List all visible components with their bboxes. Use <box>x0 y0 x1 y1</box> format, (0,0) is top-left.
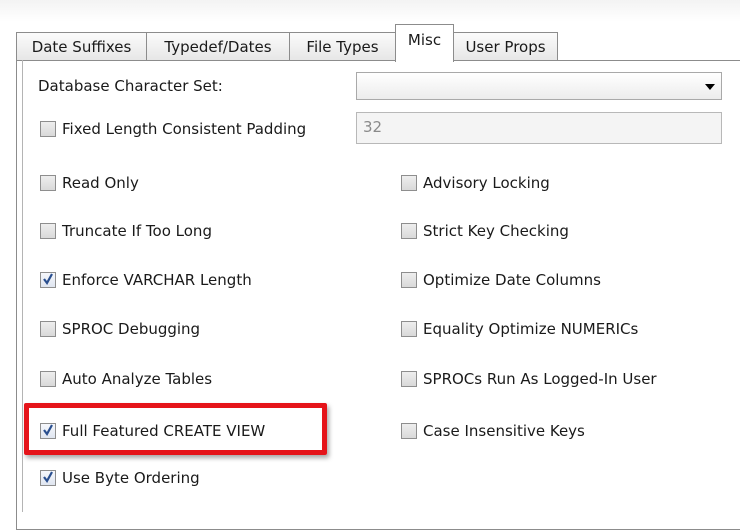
fixed-length-padding-checkbox[interactable]: Fixed Length Consistent Padding <box>40 120 306 138</box>
checkbox-box[interactable] <box>401 223 417 239</box>
check-mark-icon <box>43 471 53 484</box>
padding-length-field[interactable]: 32 <box>356 112 722 144</box>
checkbox-label: Strict Key Checking <box>423 222 569 240</box>
panel-inner-border <box>22 60 23 512</box>
optimize-date-columns-checkbox[interactable]: Optimize Date Columns <box>401 271 601 289</box>
use-byte-ordering-checkbox[interactable]: Use Byte Ordering <box>40 469 200 487</box>
tab-typedef-dates[interactable]: Typedef/Dates <box>146 32 290 61</box>
strict-key-checking-checkbox[interactable]: Strict Key Checking <box>401 222 569 240</box>
checkbox-box[interactable] <box>40 223 56 239</box>
charset-label: Database Character Set: <box>38 77 223 95</box>
tab-date-suffixes[interactable]: Date Suffixes <box>16 32 147 61</box>
checkbox-box[interactable] <box>40 321 56 337</box>
checkbox-box[interactable] <box>40 121 56 137</box>
charset-dropdown[interactable] <box>356 72 722 100</box>
sprocs-run-as-logged-in-user-checkbox[interactable]: SPROCs Run As Logged-In User <box>401 370 657 388</box>
tab-label: File Types <box>306 38 379 56</box>
checkbox-label: SPROC Debugging <box>62 320 201 338</box>
checkbox-box[interactable] <box>401 423 417 439</box>
advisory-locking-checkbox[interactable]: Advisory Locking <box>401 174 550 192</box>
checkbox-label: Auto Analyze Tables <box>62 370 213 388</box>
check-mark-icon <box>43 273 53 286</box>
checkbox-label: SPROCs Run As Logged-In User <box>423 370 657 388</box>
checkbox-label: Truncate If Too Long <box>62 222 212 240</box>
chevron-down-icon[interactable] <box>705 84 715 90</box>
checkbox-label: Optimize Date Columns <box>423 271 601 289</box>
truncate-if-too-long-checkbox[interactable]: Truncate If Too Long <box>40 222 212 240</box>
checkbox-box[interactable] <box>401 175 417 191</box>
tab-label: Date Suffixes <box>31 38 132 56</box>
tab-misc[interactable]: Misc <box>395 24 454 62</box>
checkbox-box[interactable] <box>40 371 56 387</box>
tab-label: User Props <box>465 38 546 56</box>
tab-label: Typedef/Dates <box>164 38 272 56</box>
checkbox-label: Fixed Length Consistent Padding <box>62 120 307 138</box>
read-only-checkbox[interactable]: Read Only <box>40 174 139 192</box>
checkbox-label: Read Only <box>62 174 139 192</box>
tab-file-types[interactable]: File Types <box>289 32 396 61</box>
checkbox-box[interactable] <box>40 175 56 191</box>
window-top-shadow <box>0 0 740 22</box>
checkbox-box[interactable] <box>40 272 56 288</box>
case-insensitive-keys-checkbox[interactable]: Case Insensitive Keys <box>401 422 585 440</box>
sproc-debugging-checkbox[interactable]: SPROC Debugging <box>40 320 200 338</box>
equality-optimize-numerics-checkbox[interactable]: Equality Optimize NUMERICs <box>401 320 638 338</box>
auto-analyze-tables-checkbox[interactable]: Auto Analyze Tables <box>40 370 212 388</box>
checkbox-box[interactable] <box>40 470 56 486</box>
checkbox-box[interactable] <box>401 321 417 337</box>
checkbox-label: Advisory Locking <box>423 174 550 192</box>
checkbox-box[interactable] <box>401 371 417 387</box>
checkbox-label: Case Insensitive Keys <box>423 422 585 440</box>
tab-user-props[interactable]: User Props <box>453 32 558 61</box>
enforce-varchar-length-checkbox[interactable]: Enforce VARCHAR Length <box>40 271 252 289</box>
tab-label: Misc <box>407 31 442 49</box>
highlight-box <box>24 403 327 455</box>
checkbox-box[interactable] <box>401 272 417 288</box>
checkbox-label: Equality Optimize NUMERICs <box>423 320 639 338</box>
checkbox-label: Use Byte Ordering <box>62 469 200 487</box>
checkbox-label: Enforce VARCHAR Length <box>62 271 252 289</box>
